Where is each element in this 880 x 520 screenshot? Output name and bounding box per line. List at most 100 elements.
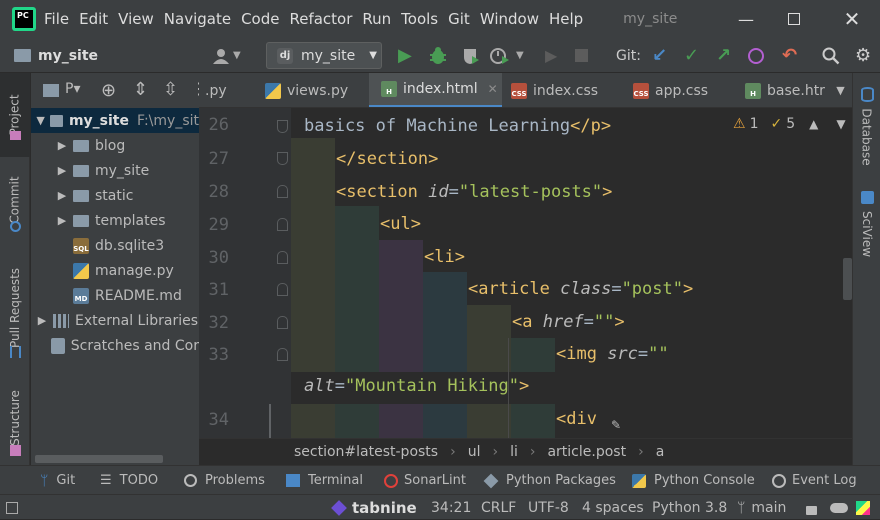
indent-guide-block — [511, 338, 555, 372]
database-tool-tab[interactable]: Database — [853, 105, 880, 169]
git-tool-button[interactable]: ᛘ Git — [40, 466, 75, 495]
branch-icon: ᛘ — [737, 499, 746, 516]
tree-item-db-sqlite3[interactable]: SQL db.sqlite3 — [31, 233, 199, 258]
menu-refactor[interactable]: Refactor — [289, 10, 360, 28]
breadcrumb-item[interactable]: a — [656, 444, 665, 460]
python-interpreter[interactable]: Python 3.8 — [652, 495, 727, 520]
project-tool-tab[interactable]: Project — [0, 73, 30, 157]
todo-tool-button[interactable]: ☰ TODO — [100, 466, 158, 495]
breadcrumb-item[interactable]: article.post — [547, 444, 626, 460]
tree-item-static[interactable]: ▶ static — [31, 183, 199, 208]
lock-status[interactable] — [806, 495, 817, 520]
fold-marker-icon[interactable] — [277, 120, 288, 133]
tab-views-py[interactable]: views.py — [263, 73, 369, 107]
python-console-tool-button[interactable]: Python Console — [632, 466, 755, 495]
event-log-tool-button[interactable]: Event Log — [772, 466, 857, 495]
problems-tool-button[interactable]: Problems — [184, 466, 265, 495]
fold-marker-icon[interactable] — [277, 152, 288, 165]
tab-truncated-py[interactable]: .py — [199, 73, 259, 107]
run-configuration-select[interactable]: dj my_site ▼ — [266, 42, 382, 69]
search-button[interactable] — [822, 38, 840, 73]
vertical-scrollbar[interactable] — [843, 258, 852, 300]
cloud-status[interactable] — [830, 495, 848, 520]
user-menu-button[interactable]: ▼ — [212, 38, 241, 73]
chevron-down-icon[interactable]: ▼ — [836, 117, 845, 131]
breadcrumb-item[interactable]: li — [510, 444, 518, 460]
git-branch[interactable]: ᛘ main — [737, 495, 786, 520]
chevron-up-icon[interactable]: ▲ — [809, 117, 818, 131]
terminal-tool-button[interactable]: Terminal — [286, 466, 363, 495]
tab-app-css[interactable]: CSS app.css — [633, 73, 738, 107]
sciview-tool-tab[interactable]: SciView — [853, 207, 880, 261]
tree-item-readme[interactable]: MD README.md — [31, 283, 199, 308]
tree-item-templates[interactable]: ▶ templates — [31, 208, 199, 233]
tree-item-label: my_site — [95, 162, 150, 179]
stop-button[interactable] — [575, 38, 588, 73]
file-encoding[interactable]: UTF-8 — [528, 495, 569, 520]
tree-item-root[interactable]: ▼ my_site F:\my_sit — [31, 108, 199, 133]
inspection-widget[interactable]: ⚠ 1 ✓ 5 ▲ ▼ — [733, 116, 846, 132]
git-push-button[interactable]: ↗ — [716, 38, 731, 73]
fold-marker-icon[interactable] — [277, 251, 288, 264]
run-button[interactable]: ▶ — [398, 38, 412, 73]
indent-setting[interactable]: 4 spaces — [582, 495, 644, 520]
tabnine-status[interactable]: tabnine — [331, 495, 417, 520]
close-window-button[interactable]: ✕ — [826, 0, 878, 38]
run-disabled-button[interactable]: ▶ — [545, 38, 557, 73]
project-breadcrumb[interactable]: my_site — [14, 38, 98, 73]
git-update-button[interactable]: ↙ — [652, 38, 667, 73]
menu-help[interactable]: Help — [549, 10, 591, 28]
git-rollback-button[interactable]: ↶ — [782, 38, 797, 73]
fold-marker-icon[interactable] — [277, 218, 288, 231]
locate-icon[interactable]: ⊕ — [101, 80, 116, 101]
code-editor[interactable]: basics of Machine Learning</p> </section… — [291, 108, 852, 438]
fold-marker-icon[interactable] — [277, 348, 288, 361]
close-tab-icon[interactable]: ✕ — [488, 82, 498, 96]
expand-all-icon[interactable]: ⇕ — [133, 79, 148, 100]
tree-item-manage-py[interactable]: manage.py — [31, 258, 199, 283]
tree-item-scratches[interactable]: Scratches and Cor — [31, 333, 199, 358]
git-commit-button[interactable]: ✓ — [684, 38, 699, 73]
tab-index-css[interactable]: CSS index.css — [511, 73, 626, 107]
python-packages-tool-button[interactable]: Python Packages — [483, 466, 616, 495]
sonarlint-tool-button[interactable]: SonarLint — [384, 466, 466, 495]
play-icon: ▶ — [398, 45, 412, 66]
tab-list-button[interactable]: ▼ — [829, 73, 852, 107]
project-view-selector[interactable]: P▾ — [65, 81, 80, 97]
menu-run[interactable]: Run — [362, 10, 399, 28]
fold-marker-icon[interactable] — [277, 316, 288, 329]
toggle-tool-windows-button[interactable] — [6, 495, 18, 520]
notifications-button[interactable] — [856, 495, 870, 520]
menu-file[interactable]: File — [44, 10, 77, 28]
menu-window[interactable]: Window — [480, 10, 547, 28]
coverage-button[interactable] — [462, 38, 480, 73]
menu-navigate[interactable]: Navigate — [164, 10, 239, 28]
lock-icon — [806, 505, 817, 515]
fold-marker-icon[interactable] — [277, 185, 288, 198]
pull-requests-tab-label: Pull Requests — [8, 267, 23, 348]
profile-button[interactable]: ▼ — [490, 38, 524, 73]
collapse-all-icon[interactable]: ⇳ — [163, 79, 178, 100]
tree-item-my-site[interactable]: ▶ my_site — [31, 158, 199, 183]
tab-base-html[interactable]: H base.htr — [745, 73, 825, 107]
menu-view[interactable]: View — [118, 10, 162, 28]
caret-position[interactable]: 34:21 — [431, 495, 471, 520]
debug-button[interactable] — [428, 38, 448, 73]
menu-code[interactable]: Code — [241, 10, 287, 28]
menu-tools[interactable]: Tools — [401, 10, 446, 28]
pull-requests-tool-tab[interactable]: Pull Requests — [0, 255, 30, 360]
maximize-button[interactable] — [768, 0, 820, 38]
settings-button[interactable]: ⚙ — [855, 38, 871, 73]
tab-index-html[interactable]: H index.html ✕ — [369, 73, 502, 107]
tree-item-blog[interactable]: ▶ blog — [31, 133, 199, 158]
minimize-button[interactable]: — — [720, 0, 772, 38]
tree-item-external-libraries[interactable]: ▶ External Libraries — [31, 308, 199, 333]
line-separator[interactable]: CRLF — [481, 495, 516, 520]
breadcrumb-item[interactable]: ul — [468, 444, 481, 460]
menu-git[interactable]: Git — [448, 10, 478, 28]
breadcrumb-item[interactable]: section#latest-posts — [294, 444, 438, 460]
git-history-button[interactable] — [748, 38, 764, 73]
horizontal-scrollbar[interactable] — [35, 455, 163, 463]
fold-marker-icon[interactable] — [277, 283, 288, 296]
menu-edit[interactable]: Edit — [79, 10, 116, 28]
